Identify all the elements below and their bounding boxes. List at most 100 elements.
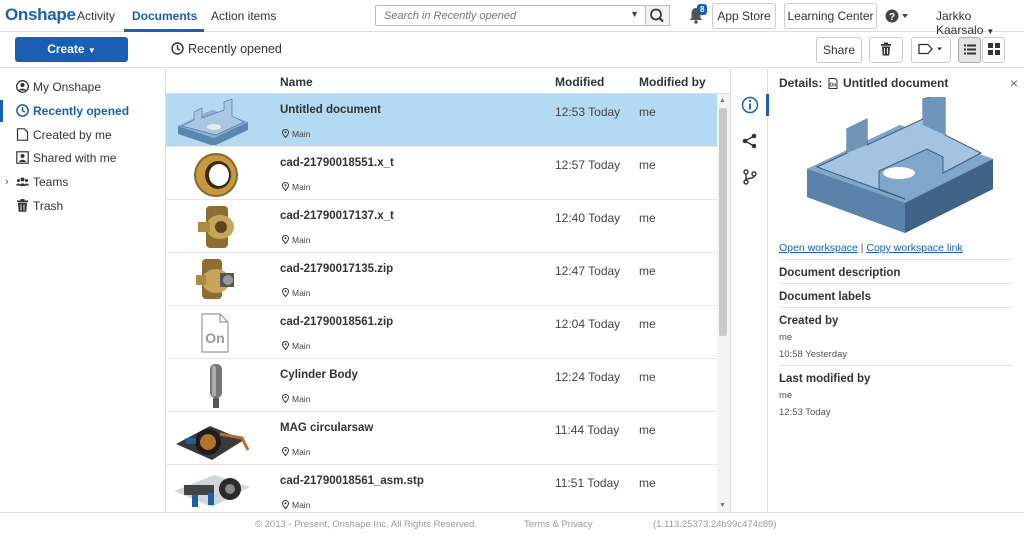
document-name[interactable]: Cylinder Body <box>280 369 358 381</box>
document-thumbnail <box>194 153 238 197</box>
document-name[interactable]: MAG circularsaw <box>280 422 373 434</box>
top-bar: Onshape Activity Documents Action items … <box>0 0 1024 37</box>
shared-user-icon <box>16 151 29 164</box>
sidebar: My Onshape Recently opened Created by me… <box>0 69 166 512</box>
location-pin-icon <box>281 499 290 510</box>
create-button[interactable]: Create ▼ <box>15 37 128 62</box>
delete-button[interactable] <box>869 37 903 63</box>
scroll-up-arrow-icon[interactable]: ▲ <box>719 97 726 104</box>
table-row[interactable]: cad-21790018551.x_t Main 12:57 Today me <box>166 147 717 200</box>
breadcrumb-label: Recently opened <box>188 42 282 56</box>
last-modified-by-label: Last modified by <box>779 373 871 385</box>
label-tag-icon <box>918 43 942 55</box>
share-icon[interactable] <box>741 132 759 150</box>
document-name[interactable]: cad-21790018551.x_t <box>280 157 394 169</box>
notifications-button[interactable]: 8 <box>688 4 708 26</box>
document-thumbnail <box>174 475 250 507</box>
column-header-name[interactable]: Name <box>280 75 313 89</box>
table-row[interactable]: cad-21790017137.x_t Main 12:40 Today me <box>166 200 717 253</box>
document-name[interactable]: cad-21790017135.zip <box>280 263 393 275</box>
modified-time: 11:44 Today <box>555 423 620 437</box>
sidebar-item-recently-opened[interactable]: Recently opened <box>0 100 166 122</box>
scroll-down-arrow-icon[interactable]: ▼ <box>719 502 726 509</box>
create-label: Create <box>47 42 85 56</box>
document-name[interactable]: cad-21790018561_asm.stp <box>280 475 424 487</box>
nav-documents[interactable]: Documents <box>132 9 197 23</box>
last-modified-section: Last modified by me 12:53 Today <box>779 365 1013 423</box>
footer: © 2013 - Present, Onshape Inc. All Right… <box>0 512 1024 535</box>
table-row[interactable]: cad-21790018561_asm.stp Main 11:51 Today… <box>166 465 717 512</box>
modified-by: me <box>639 264 656 278</box>
document-icon: On <box>828 78 838 89</box>
sidebar-item-my-onshape[interactable]: My Onshape <box>0 76 166 98</box>
table-row[interactable]: cad-21790017135.zip Main 12:47 Today me <box>166 253 717 306</box>
column-header-modified[interactable]: Modified <box>555 75 604 89</box>
help-menu-button[interactable]: ? <box>885 8 909 24</box>
sidebar-item-label: Teams <box>33 175 69 189</box>
branch-label: Main <box>281 499 310 510</box>
modified-time: 11:51 Today <box>555 476 620 490</box>
search-input[interactable] <box>376 6 616 25</box>
column-header-modified-by[interactable]: Modified by <box>639 75 706 89</box>
sidebar-item-created-by-me[interactable]: Created by me <box>0 124 166 146</box>
table-row[interactable]: On cad-21790018561.zip Main 12:04 Today … <box>166 306 717 359</box>
clock-icon <box>171 42 184 55</box>
terms-privacy-link[interactable]: Terms & Privacy <box>524 519 593 530</box>
document-description-section[interactable]: Document description <box>779 259 1013 283</box>
svg-text:On: On <box>205 330 224 346</box>
chevron-down-icon: ▼ <box>87 46 96 55</box>
onshape-logo[interactable]: Onshape <box>5 5 76 25</box>
branch-name: Main <box>292 447 311 457</box>
document-description-label: Document description <box>779 267 901 279</box>
sidebar-item-label: My Onshape <box>33 80 102 94</box>
grid-view-icon <box>987 43 1000 55</box>
branch-label: Main <box>281 446 311 457</box>
sidebar-item-label: Shared with me <box>33 151 117 165</box>
document-name[interactable]: cad-21790018561.zip <box>280 316 393 328</box>
details-title-prefix: Details: <box>779 76 823 90</box>
branch-name: Main <box>292 288 311 298</box>
location-pin-icon <box>281 128 290 139</box>
app-store-button[interactable]: App Store <box>712 3 776 29</box>
nav-activity[interactable]: Activity <box>77 9 115 23</box>
created-by-label: Created by <box>779 315 839 327</box>
search-scope-dropdown-icon[interactable]: ▼ <box>630 9 639 19</box>
document-name[interactable]: cad-21790017137.x_t <box>280 210 394 222</box>
sidebar-item-teams[interactable]: › Teams <box>0 171 166 193</box>
search-button[interactable] <box>646 5 670 26</box>
share-button[interactable]: Share <box>816 37 862 63</box>
sidebar-item-shared-with-me[interactable]: Shared with me <box>0 147 166 169</box>
location-pin-icon <box>281 393 290 404</box>
list-view-button[interactable] <box>958 37 981 63</box>
trash-icon <box>881 42 891 56</box>
sidebar-item-trash[interactable]: Trash <box>0 195 166 217</box>
modified-by: me <box>639 370 656 384</box>
sidebar-item-label: Created by me <box>33 128 112 142</box>
chevron-right-icon[interactable]: › <box>5 171 9 193</box>
details-document-name: Untitled document <box>843 76 949 90</box>
info-icon[interactable] <box>741 96 759 114</box>
nav-action-items[interactable]: Action items <box>211 9 276 23</box>
close-icon[interactable]: × <box>1010 75 1018 91</box>
table-row[interactable]: Untitled document Main 12:53 Today me <box>166 94 717 147</box>
scrollbar-thumb[interactable] <box>719 108 727 336</box>
table-row[interactable]: MAG circularsaw Main 11:44 Today me <box>166 412 717 465</box>
document-name[interactable]: Untitled document <box>280 104 381 116</box>
team-icon <box>16 177 29 186</box>
details-panel: Details: On Untitled document × Open wor… <box>769 69 1024 512</box>
document-labels-section[interactable]: Document labels <box>779 283 1013 307</box>
copy-workspace-link[interactable]: Copy workspace link <box>866 242 962 254</box>
document-preview-image <box>807 97 993 233</box>
table-body: Untitled document Main 12:53 Today me ca… <box>166 94 717 512</box>
learning-center-button[interactable]: Learning Center <box>784 3 877 29</box>
search-box: ▼ <box>375 5 646 26</box>
table-row[interactable]: Cylinder Body Main 12:24 Today me <box>166 359 717 412</box>
grid-view-button[interactable] <box>982 37 1005 63</box>
branch-icon[interactable] <box>741 168 759 186</box>
open-workspace-link[interactable]: Open workspace <box>779 242 858 254</box>
labels-dropdown-button[interactable] <box>911 37 951 63</box>
branch-label: Main <box>281 340 310 351</box>
branch-name: Main <box>292 129 311 139</box>
documents-toolbar: Create ▼ Recently opened Share <box>0 32 1024 68</box>
table-scrollbar[interactable]: ▲ ▼ <box>717 94 730 512</box>
